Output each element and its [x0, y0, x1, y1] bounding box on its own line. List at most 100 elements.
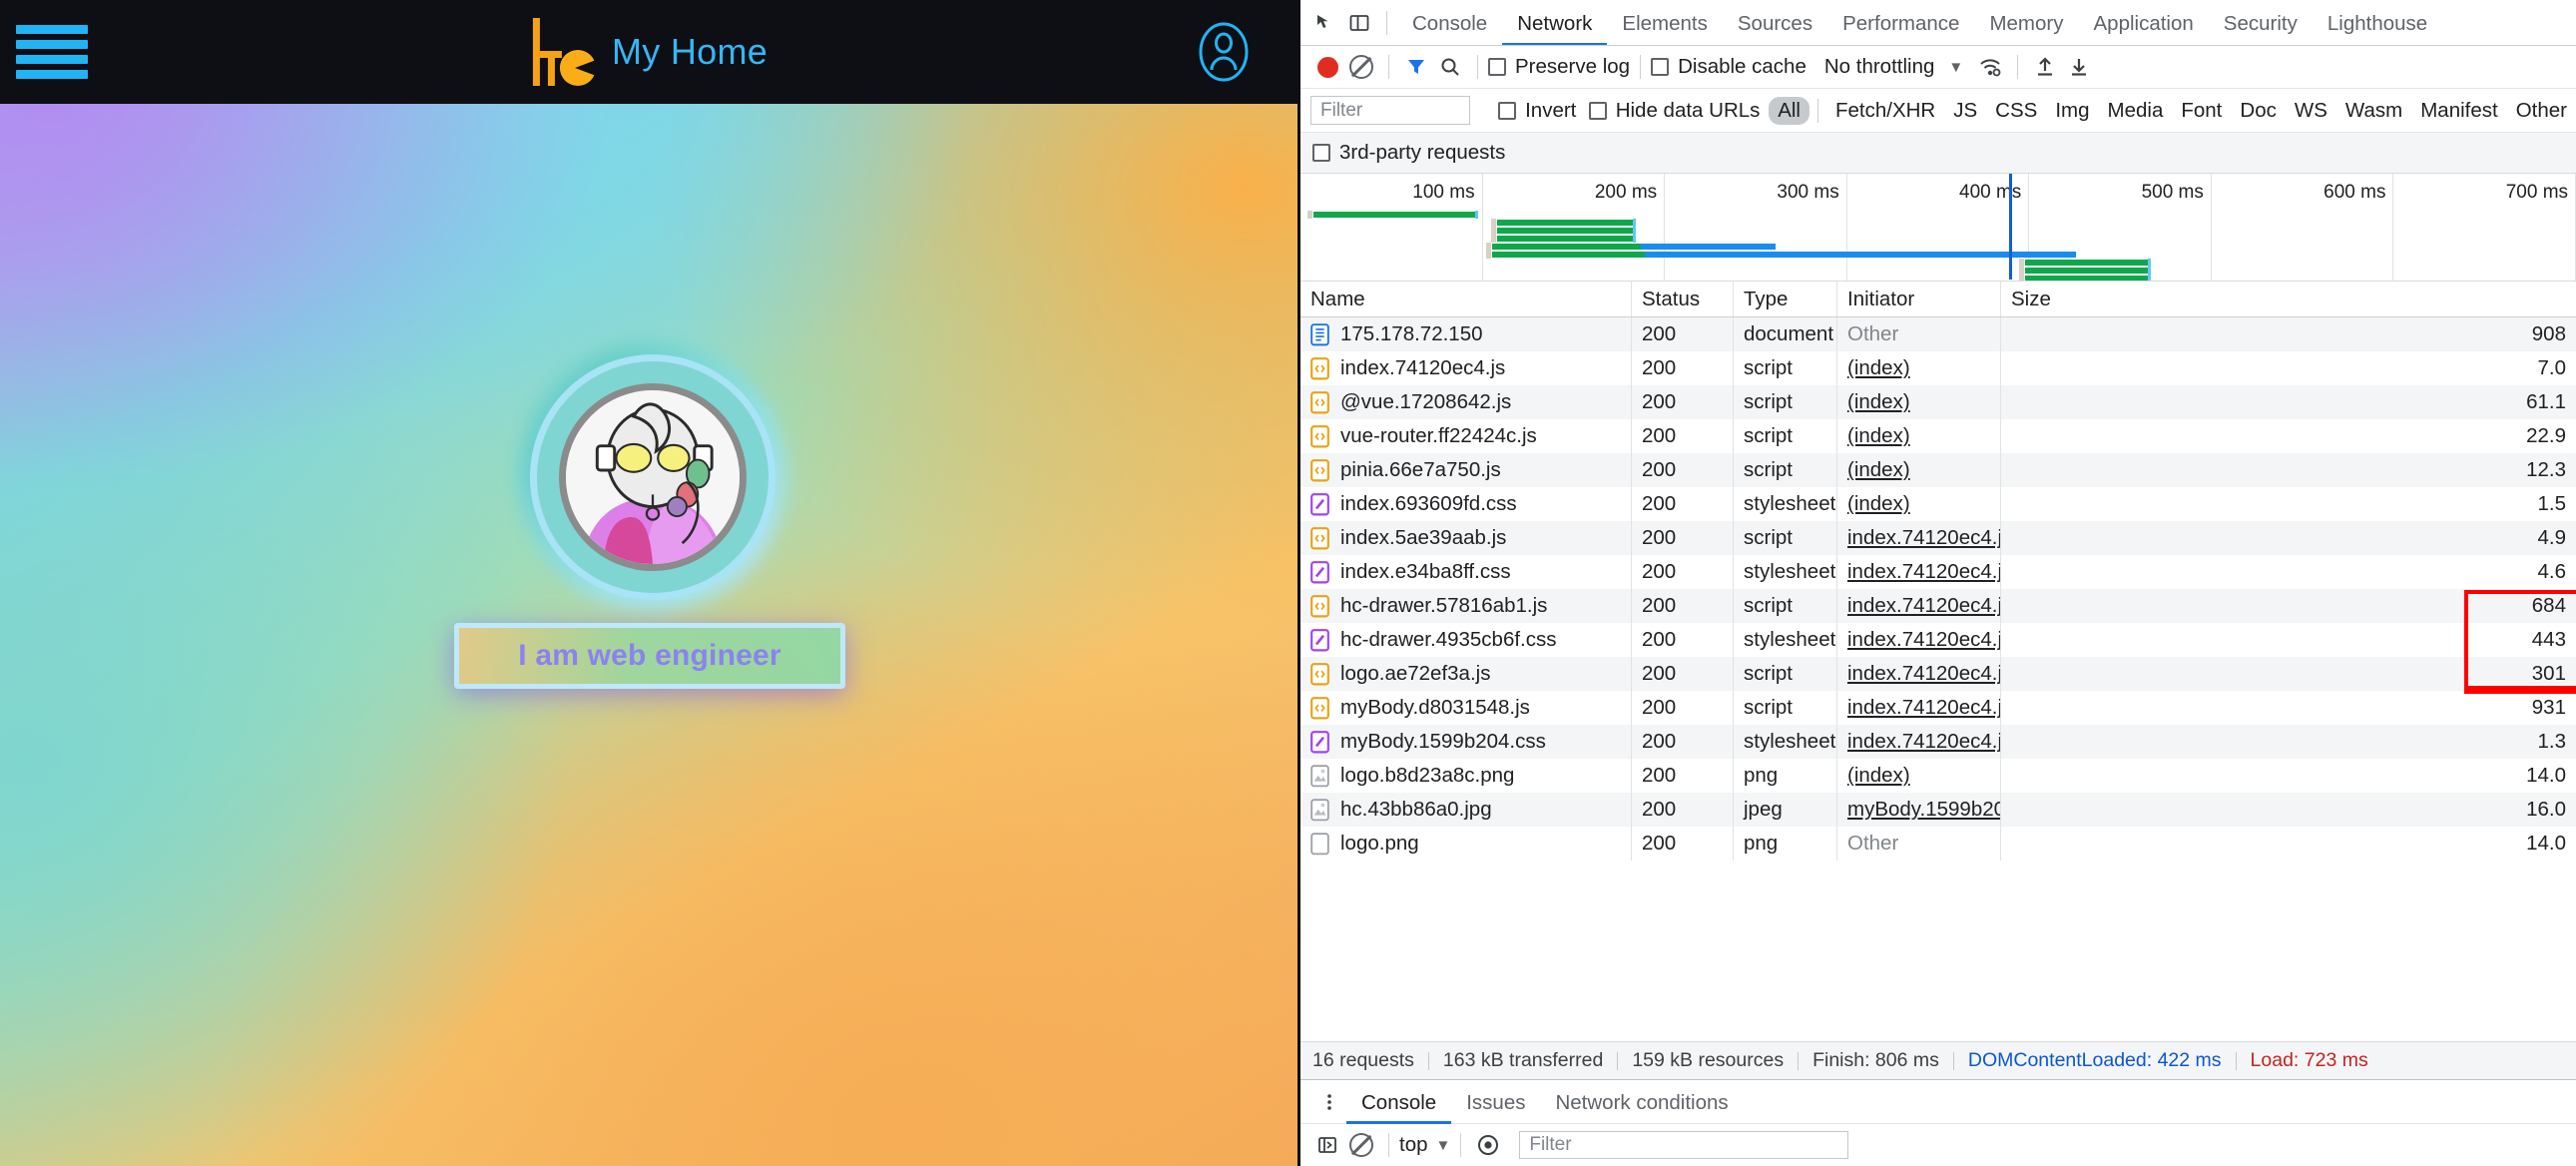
tab-security[interactable]: Security [2209, 0, 2313, 45]
device-toolbar-icon[interactable] [1342, 6, 1376, 40]
chevron-down-icon[interactable]: ▼ [1948, 59, 1963, 76]
cell-initiator[interactable]: myBody.1599b204.css [1837, 793, 2001, 827]
console-filter-input[interactable] [1519, 1131, 1849, 1159]
table-row[interactable]: hc-drawer.57816ab1.js 200 script index.7412… [1300, 589, 2576, 623]
filter-type-fetch-xhr[interactable]: Fetch/XHR [1826, 97, 1944, 125]
initiator-link[interactable]: index.74120ec4.js:1 [1847, 594, 2000, 618]
cell-name[interactable]: index.e34ba8ff.css [1300, 555, 1632, 589]
filter-type-ws[interactable]: WS [2286, 97, 2336, 125]
cell-initiator[interactable]: index.74120ec4.js:1 [1837, 623, 2001, 657]
filter-input[interactable] [1310, 96, 1470, 125]
column-header-status[interactable]: Status [1632, 282, 1734, 316]
initiator-link[interactable]: index.74120ec4.js:1 [1847, 696, 2000, 720]
cell-name[interactable]: @vue.17208642.js [1300, 385, 1632, 419]
tab-performance[interactable]: Performance [1827, 0, 1974, 45]
cell-initiator[interactable]: index.74120ec4.js:1 [1837, 555, 2001, 589]
cell-name[interactable]: pinia.66e7a750.js [1300, 453, 1632, 487]
cell-name[interactable]: index.693609fd.css [1300, 487, 1632, 521]
cell-name[interactable]: hc-drawer.4935cb6f.css [1300, 623, 1632, 657]
cell-initiator[interactable]: (index) [1837, 487, 2001, 521]
cell-initiator[interactable]: (index) [1837, 759, 2001, 793]
export-har-icon[interactable] [2062, 50, 2096, 84]
console-sidebar-icon[interactable] [1310, 1128, 1344, 1162]
cell-initiator[interactable]: (index) [1837, 419, 2001, 453]
cell-name[interactable]: logo.ae72ef3a.js [1300, 657, 1632, 691]
cell-name[interactable]: hc.43bb86a0.jpg [1300, 793, 1632, 827]
cell-initiator[interactable]: index.74120ec4.js:1 [1837, 521, 2001, 555]
column-header-type[interactable]: Type [1734, 282, 1837, 316]
import-har-icon[interactable] [2028, 50, 2062, 84]
drawer-tab-issues[interactable]: Issues [1451, 1080, 1540, 1124]
cell-name[interactable]: hc-drawer.57816ab1.js [1300, 589, 1632, 623]
table-row[interactable]: logo.b8d23a8c.png 200 png (index) 14.0 [1300, 759, 2576, 793]
third-party-checkbox[interactable] [1312, 144, 1330, 162]
initiator-link[interactable]: index.74120ec4.js:1 [1847, 526, 2000, 550]
hide-data-urls-checkbox[interactable] [1588, 101, 1607, 120]
cell-initiator[interactable]: (index) [1837, 351, 2001, 385]
cell-name[interactable]: 175.178.72.150 [1300, 317, 1632, 351]
initiator-link[interactable]: (index) [1847, 356, 1910, 380]
filter-type-js[interactable]: JS [1944, 97, 1986, 125]
initiator-link[interactable]: (index) [1847, 424, 1910, 448]
column-header-name[interactable]: Name [1300, 282, 1632, 316]
table-row[interactable]: myBody.d8031548.js 200 script index.74120ec… [1300, 691, 2576, 725]
live-expression-icon[interactable] [1471, 1128, 1505, 1162]
invert-label[interactable]: Invert [1525, 99, 1576, 123]
initiator-link[interactable]: (index) [1847, 764, 1910, 788]
network-conditions-icon[interactable] [1973, 50, 2007, 84]
user-account-icon[interactable] [1194, 22, 1254, 82]
filter-type-css[interactable]: CSS [1986, 97, 2046, 125]
table-row[interactable]: 175.178.72.150 200 document Other 908 [1300, 317, 2576, 351]
filter-type-doc[interactable]: Doc [2231, 97, 2285, 125]
cell-initiator[interactable]: index.74120ec4.js:1 [1837, 657, 2001, 691]
filter-type-manifest[interactable]: Manifest [2411, 97, 2506, 125]
cell-name[interactable]: logo.png [1300, 827, 1632, 861]
table-row[interactable]: vue-router.ff22424c.js 200 script (index) 22… [1300, 419, 2576, 453]
cell-name[interactable]: index.5ae39aab.js [1300, 521, 1632, 555]
tab-lighthouse[interactable]: Lighthouse [2313, 0, 2442, 45]
tab-sources[interactable]: Sources [1723, 0, 1827, 45]
table-row[interactable]: index.74120ec4.js 200 script (index) 7.0 [1300, 351, 2576, 385]
hamburger-menu-icon[interactable] [16, 21, 88, 83]
clear-icon[interactable] [1344, 50, 1378, 84]
initiator-link[interactable]: myBody.1599b204.css [1847, 798, 2000, 822]
table-row[interactable]: hc.43bb86a0.jpg 200jpeg myBody.1599b204.cs… [1300, 793, 2576, 827]
column-header-size[interactable]: Size [2001, 282, 2576, 316]
initiator-link[interactable]: index.74120ec4.js:1 [1847, 628, 2000, 652]
table-row[interactable]: index.5ae39aab.js 200 script index.74120ec4… [1300, 521, 2576, 555]
cell-name[interactable]: myBody.d8031548.js [1300, 691, 1632, 725]
table-row[interactable]: myBody.1599b204.css 200 stylesheet index.74… [1300, 725, 2576, 759]
more-options-icon[interactable] [1312, 1085, 1346, 1119]
tab-network[interactable]: Network [1502, 0, 1607, 45]
third-party-label[interactable]: 3rd-party requests [1339, 141, 1505, 165]
invert-checkbox[interactable] [1498, 101, 1517, 120]
filter-type-wasm[interactable]: Wasm [2336, 97, 2411, 125]
hide-data-urls-label[interactable]: Hide data URLs [1616, 99, 1761, 123]
tab-memory[interactable]: Memory [1974, 0, 2078, 45]
table-row[interactable]: index.e34ba8ff.css 200 stylesheet index.741… [1300, 555, 2576, 589]
initiator-link[interactable]: index.74120ec4.js:1 [1847, 662, 2000, 686]
initiator-link[interactable]: index.74120ec4.js:1 [1847, 560, 2000, 584]
disable-cache-checkbox[interactable] [1651, 58, 1670, 76]
chevron-down-icon[interactable]: ▼ [1436, 1137, 1451, 1154]
table-row[interactable]: logo.png 200 png Other 14.0 [1300, 827, 2576, 861]
column-header-initiator[interactable]: Initiator [1837, 282, 2001, 316]
cell-initiator[interactable]: (index) [1837, 453, 2001, 487]
inspect-element-icon[interactable] [1308, 6, 1342, 40]
clear-console-icon[interactable] [1344, 1128, 1378, 1162]
tab-console[interactable]: Console [1397, 0, 1502, 45]
initiator-link[interactable]: (index) [1847, 390, 1910, 414]
initiator-link[interactable]: (index) [1847, 458, 1910, 482]
initiator-link[interactable]: index.74120ec4.js:1 [1847, 730, 2000, 754]
table-row[interactable]: index.693609fd.css 200 stylesheet (index) 1.… [1300, 487, 2576, 521]
initiator-link[interactable]: (index) [1847, 492, 1910, 516]
tab-application[interactable]: Application [2079, 0, 2209, 45]
table-row[interactable]: logo.ae72ef3a.js 200 script index.74120ec4.… [1300, 657, 2576, 691]
preserve-log-checkbox[interactable] [1488, 58, 1506, 76]
cell-initiator[interactable]: index.74120ec4.js:1 [1837, 725, 2001, 759]
filter-type-font[interactable]: Font [2172, 97, 2231, 125]
filter-type-img[interactable]: Img [2046, 97, 2098, 125]
tab-elements[interactable]: Elements [1607, 0, 1722, 45]
drawer-tab-console[interactable]: Console [1346, 1080, 1451, 1124]
network-overview-waterfall[interactable]: 100 ms 200 ms 300 ms 400 ms 500 ms 600 m… [1300, 174, 2576, 282]
